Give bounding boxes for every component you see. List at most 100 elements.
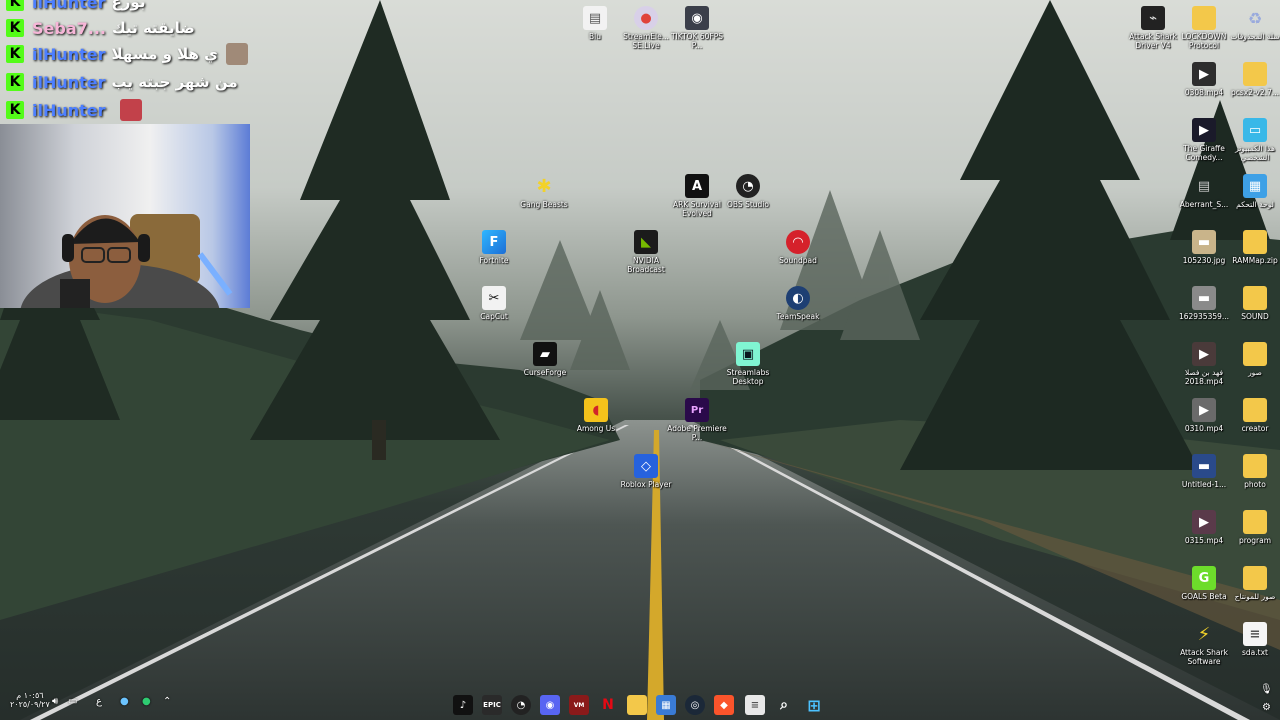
goals-icon: G bbox=[1192, 566, 1216, 590]
chat-text: بورع bbox=[111, 0, 146, 11]
roblox-icon: ◇ bbox=[634, 454, 658, 478]
kick-badge-icon: K bbox=[6, 0, 24, 11]
obs-icon: ◔ bbox=[736, 174, 760, 198]
folder-icon bbox=[1243, 454, 1267, 478]
image-file-icon: ▬ bbox=[1192, 286, 1216, 310]
desktop-icon-streamlabs[interactable]: ▣ Streamlabs Desktop bbox=[717, 342, 779, 386]
desktop-icon-folder[interactable]: photo bbox=[1224, 454, 1280, 489]
folder-icon bbox=[1243, 566, 1267, 590]
control-panel-icon: ▦ bbox=[1243, 174, 1267, 198]
desktop-icon-zip[interactable]: RAMMap.zip bbox=[1224, 230, 1280, 265]
gang-beasts-icon: ✱ bbox=[536, 175, 552, 197]
kick-badge-icon: K bbox=[6, 73, 24, 91]
chat-text: من شهر جبته يب bbox=[111, 73, 238, 91]
volume-icon[interactable]: 🔊︎ bbox=[52, 696, 58, 707]
search-icon[interactable]: ⌕ bbox=[774, 695, 794, 715]
voicemeeter-icon[interactable]: VM bbox=[569, 695, 589, 715]
desktop-icon-this-pc[interactable]: ▭ هذا الكمبيوتر الشخصي bbox=[1224, 118, 1280, 162]
desktop-icon-folder[interactable]: program bbox=[1224, 510, 1280, 545]
webcam-overlay bbox=[0, 124, 250, 308]
desktop-icon-premiere[interactable]: Pr Adobe Premiere P... bbox=[666, 398, 728, 442]
desktop-icon-gangbeasts[interactable]: ✱ Gang Beasts bbox=[513, 174, 575, 210]
microphone-icon[interactable]: 🎙︎ bbox=[1260, 684, 1273, 695]
desktop-icon-folder[interactable]: creator bbox=[1224, 398, 1280, 433]
image-file-icon: ▬ bbox=[1192, 230, 1216, 254]
chat-username: Seba7... bbox=[32, 18, 106, 38]
chat-username: ilHunter bbox=[32, 72, 106, 92]
streamlabs-icon: ▣ bbox=[736, 342, 760, 366]
chat-username: ilHunter bbox=[32, 44, 106, 64]
desktop-icon-amongus[interactable]: ◖ Among Us bbox=[565, 398, 627, 433]
recycle-bin-icon: ♻ bbox=[1247, 8, 1263, 28]
kick-badge-icon: K bbox=[6, 101, 24, 119]
discord-icon[interactable]: ◉ bbox=[540, 695, 560, 715]
obs-taskbar-icon[interactable]: ◔ bbox=[511, 695, 531, 715]
desktop-icon-curseforge[interactable]: ▰ CurseForge bbox=[514, 342, 576, 377]
tiktok-live-icon[interactable]: ♪ bbox=[453, 695, 473, 715]
language-indicator[interactable]: ع bbox=[96, 696, 102, 707]
chat-username: ilHunter bbox=[32, 0, 106, 12]
start-icon[interactable]: ⊞ bbox=[804, 695, 824, 715]
chat-text: ضايقته تيك bbox=[112, 19, 195, 37]
store-icon[interactable]: ▦ bbox=[656, 695, 676, 715]
video-file-icon: ▶ bbox=[1192, 510, 1216, 534]
desktop-icon-folder[interactable]: pcsx2-v2.7... bbox=[1224, 62, 1280, 97]
zip-folder-icon bbox=[1243, 230, 1267, 254]
text-file-icon: ≡ bbox=[1243, 622, 1267, 646]
desktop-icon-folder[interactable]: صور bbox=[1224, 342, 1280, 377]
kick-badge-icon: K bbox=[6, 45, 24, 63]
settings-gear-icon[interactable]: ⚙ bbox=[1262, 702, 1271, 713]
video-file-icon: ▶ bbox=[1192, 398, 1216, 422]
chat-message: K ilHunter bbox=[6, 98, 142, 122]
desktop-icon-nvidia[interactable]: ◣ NVIDIA Broadcast bbox=[615, 230, 677, 274]
chat-message: K ilHunter من شهر جبته يب bbox=[6, 70, 238, 94]
clock-time: ١٠:٥٦ م bbox=[16, 691, 44, 700]
desktop-icon-fortnite[interactable]: F Fortnite bbox=[463, 230, 525, 265]
emote-icon bbox=[225, 43, 248, 65]
folder-icon bbox=[1243, 510, 1267, 534]
epic-games-icon[interactable]: EPIC bbox=[482, 695, 502, 715]
stream-chat-overlay: K ilHunter بورع K Seba7... ضايقته تيك K … bbox=[0, 0, 250, 124]
desktop-icon-folder[interactable]: صور للمونتاج bbox=[1224, 566, 1280, 601]
desktop-icon-teamspeak[interactable]: ◐ TeamSpeak bbox=[767, 286, 829, 321]
capcut-icon: ✂ bbox=[482, 286, 506, 310]
microphone-icon[interactable]: ● bbox=[120, 696, 129, 707]
premiere-icon: Pr bbox=[685, 398, 709, 422]
status-dot-icon[interactable]: ● bbox=[142, 696, 151, 707]
folder-icon bbox=[1192, 6, 1216, 30]
teamspeak-icon: ◐ bbox=[786, 286, 810, 310]
streamer-avatar bbox=[20, 214, 233, 308]
folder-icon bbox=[1243, 342, 1267, 366]
video-file-icon: ▶ bbox=[1192, 342, 1216, 366]
file-icon: ▬ bbox=[1192, 454, 1216, 478]
desktop-icon-capcut[interactable]: ✂ CapCut bbox=[463, 286, 525, 321]
chat-text: ي هلا و مسهلا bbox=[111, 45, 218, 63]
file-explorer-icon[interactable] bbox=[627, 695, 647, 715]
desktop-icon-folder[interactable]: SOUND bbox=[1224, 286, 1280, 321]
video-file-icon: ▶ bbox=[1192, 62, 1216, 86]
mouse-driver-icon: ⌁ bbox=[1141, 6, 1165, 30]
among-us-icon: ◖ bbox=[584, 398, 608, 422]
clock[interactable]: ١٠:٥٦ م ٢٠٢٥/٠٩/٢٧ bbox=[10, 691, 50, 709]
desktop-icon-control-panel[interactable]: ▦ لوحة التحكم bbox=[1224, 174, 1280, 209]
brave-icon[interactable]: ◆ bbox=[714, 695, 734, 715]
desktop-icon-text-file[interactable]: ≡ sda.txt bbox=[1224, 622, 1280, 657]
file-icon: ▤ bbox=[583, 6, 607, 30]
clock-date: ٢٠٢٥/٠٩/٢٧ bbox=[10, 700, 50, 709]
desktop-icon-obs[interactable]: ◔ OBS Studio bbox=[717, 174, 779, 209]
network-icon[interactable]: ▭ bbox=[68, 696, 77, 707]
desktop-icon-soundpad[interactable]: ◠ Soundpad bbox=[767, 230, 829, 265]
folder-icon bbox=[1243, 62, 1267, 86]
video-file-icon: ▶ bbox=[1192, 118, 1216, 142]
chat-username: ilHunter bbox=[32, 100, 106, 120]
chevron-up-icon[interactable]: ⌃ bbox=[163, 696, 171, 707]
chat-message: K ilHunter ي هلا و مسهلا bbox=[6, 42, 248, 66]
desktop-icon-recycle-bin[interactable]: ♻ سلة المحذوفات bbox=[1224, 6, 1280, 42]
ark-icon: A bbox=[685, 174, 709, 198]
desktop-icon-tiktok[interactable]: ◉ TIKTOK 60FPS P... bbox=[666, 6, 728, 50]
netflix-icon[interactable]: N bbox=[598, 695, 618, 715]
shark-software-icon: ⚡ bbox=[1197, 623, 1211, 645]
desktop-icon-roblox[interactable]: ◇ Roblox Player bbox=[615, 454, 677, 489]
notepad-icon[interactable]: ≡ bbox=[745, 695, 765, 715]
steam-icon[interactable]: ◎ bbox=[685, 695, 705, 715]
